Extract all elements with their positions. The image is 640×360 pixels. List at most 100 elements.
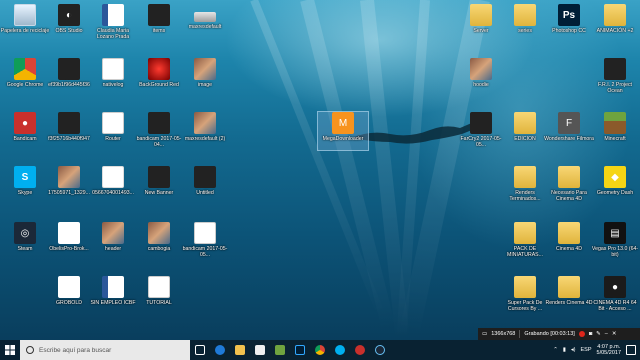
image-file-icon (470, 58, 492, 80)
desktop-icon-background-red[interactable]: BackGround Red (134, 58, 184, 88)
desktop-icon-necesario-c4d[interactable]: Necesario Para Cinema 4D (544, 166, 594, 202)
chevron-up-icon[interactable]: ⌃ (553, 347, 558, 353)
desktop-icon-file[interactable]: f3f25716b440f947 (44, 112, 94, 142)
desktop-icon-cinema4d-folder[interactable]: Cinema 4D (544, 222, 594, 252)
desktop-icon-bandicam[interactable]: ● Bandicam (0, 112, 50, 142)
skype-icon[interactable] (330, 340, 350, 360)
icon-label: Papelera de reciclaje (0, 28, 50, 34)
minimize-icon[interactable]: – (605, 331, 608, 337)
volume-icon[interactable]: ◂) (571, 347, 576, 353)
desktop-icon-farcry2[interactable]: FarCry2 2017-05-05... (456, 112, 506, 148)
icon-label: Steam (17, 246, 33, 252)
desktop-icon-maxresdefault[interactable]: maxresdefault (180, 4, 230, 30)
network-icon[interactable]: ▮ (563, 347, 566, 353)
desktop-icon-recycle-bin[interactable]: Papelera de reciclaje (0, 4, 50, 34)
language-indicator[interactable]: ESP (581, 347, 592, 353)
desktop-icon-google-chrome[interactable]: Google Chrome (0, 58, 50, 88)
desktop-icon-items[interactable]: items (134, 4, 184, 34)
icon-label: Renders Cinema 4D (545, 300, 593, 306)
icon-label: Renders Terminados... (509, 190, 541, 202)
desktop-icon-nativelog[interactable]: nativelog (88, 58, 138, 88)
icon-label: ObelisPro-Brok... (49, 246, 89, 252)
desktop-icon-word-doc[interactable]: SIN EMPLEO ICBF (88, 276, 138, 306)
icon-label: Claudia Maria Lozano Prada (96, 28, 130, 40)
desktop-icon-series[interactable]: series (500, 4, 550, 34)
desktop-icon-new-banner[interactable]: New Banner (134, 166, 184, 196)
recycle-bin-icon (14, 4, 36, 26)
desktop-icon-bandicam-doc[interactable]: bandicam 2017-05-05... (180, 222, 230, 258)
desktop-icon-super-pack[interactable]: Super Pack De Cursores By ... (500, 276, 550, 312)
video-file-icon (148, 112, 170, 134)
desktop-icon-geometry-dash[interactable]: ◆ Geometry Dash (590, 166, 640, 196)
desktop-icon-image[interactable]: 17505971_1329... (44, 166, 94, 196)
desktop-icon-animacion[interactable]: ANIMACIÓN +2 (590, 4, 640, 34)
icon-label: Skype (17, 190, 33, 196)
desktop-icon-header[interactable]: header (88, 222, 138, 252)
desktop-icon-image[interactable]: image (180, 58, 230, 88)
desktop-icon-grobold[interactable]: Abg GROBOLD (44, 276, 94, 306)
desktop-icon-minecraft[interactable]: Minecraft (590, 112, 640, 142)
video-file-icon (470, 112, 492, 134)
record-stop-button[interactable] (578, 331, 585, 337)
task-view-icon[interactable] (190, 340, 210, 360)
desktop-icon-font[interactable]: ABG ObelisPro-Brok... (44, 222, 94, 252)
clock[interactable]: 4:07 p.m. 5/05/2017 (597, 344, 621, 357)
desktop-icon-renders-c4d[interactable]: Renders Cinema 4D (544, 276, 594, 306)
camera-icon[interactable]: ◙ (589, 331, 592, 337)
recording-toolbar: ▭ 1366x768 Grabando [00:03:13] ◙ ✎ – ✕ (478, 328, 640, 340)
notification-center-icon[interactable] (626, 345, 636, 355)
chrome-icon[interactable] (310, 340, 330, 360)
desktop-icon-server[interactable]: Server (456, 4, 506, 34)
desktop-icon-hoodie[interactable]: hoodie (456, 58, 506, 88)
folder-icon (558, 276, 580, 298)
icon-label: Server (473, 28, 489, 34)
pencil-icon[interactable]: ✎ (596, 331, 601, 337)
bandicam-icon[interactable] (350, 340, 370, 360)
start-button[interactable] (0, 340, 20, 360)
image-file-icon (194, 112, 216, 134)
desktop-icon-obs-studio[interactable]: ◐ OBS Studio (44, 4, 94, 34)
icon-label: TUTORIAL (146, 300, 172, 306)
desktop-icon-megadownloader[interactable]: M MegaDownloader (317, 111, 369, 151)
search-box[interactable]: Escribe aquí para buscar (20, 340, 190, 360)
desktop-icon-cinema4d[interactable]: ● CINEMA 4D R4 64 Bit - Acceso ... (590, 276, 640, 312)
desktop-icon-word-doc[interactable]: Claudia Maria Lozano Prada (88, 4, 138, 40)
icon-label: f3f25716b440f947 (48, 136, 90, 142)
icon-label: bandicam 2017-05-04... (136, 136, 182, 148)
desktop-icon-untitled[interactable]: Untitled (180, 166, 230, 196)
desktop-icon-router[interactable]: Router (88, 112, 138, 142)
desktop-icon-file[interactable]: ef39b1f96d445f36 (44, 58, 94, 88)
desktop-icon-pdf[interactable]: e 0566704001493... (88, 166, 138, 196)
desktop-icon-skype[interactable]: S Skype (0, 166, 50, 196)
desktop-icon-tutorial[interactable]: TUTORIAL (134, 276, 184, 306)
desktop-icon-filmora[interactable]: F Wondershare Filmora (544, 112, 594, 142)
edge-icon[interactable] (210, 340, 230, 360)
desktop-icon-vegas[interactable]: ▤ Vegas Pro 13.0 (64-bit) (590, 222, 640, 258)
desktop-icon-steam[interactable]: ◎ Steam (0, 222, 50, 252)
desktop-icon-photoshop[interactable]: Ps Photoshop CC (544, 4, 594, 34)
icon-label: Super Pack De Cursores By ... (507, 300, 543, 312)
desktop-icon-cambogia[interactable]: cambogia (134, 222, 184, 252)
geometry-dash-icon: ◆ (604, 166, 626, 188)
icon-label: FarCry2 2017-05-05... (460, 136, 502, 148)
photoshop-icon[interactable] (290, 340, 310, 360)
folder-icon (514, 4, 536, 26)
icon-label: 17505971_1329... (48, 190, 90, 196)
image-file-icon (148, 222, 170, 244)
explorer-icon[interactable] (230, 340, 250, 360)
desktop-icon-project-ocean[interactable]: F.R.I. 2 Project Ocean (590, 58, 640, 94)
icon-label: GROBOLD (56, 300, 82, 306)
minecraft-icon[interactable] (270, 340, 290, 360)
store-icon[interactable] (250, 340, 270, 360)
game-icon (604, 58, 626, 80)
close-icon[interactable]: ✕ (612, 331, 617, 337)
icon-label: Cinema 4D (556, 246, 582, 252)
banner-image-icon (194, 166, 216, 188)
text-document-icon (102, 112, 124, 134)
desktop-icon-maxresdefault-2[interactable]: maxresdefault (2) (180, 112, 230, 142)
desktop-icon-pack-miniaturas[interactable]: PACK DE MINIATURAS... (500, 222, 550, 258)
steam-icon[interactable] (370, 340, 390, 360)
desktop-icon-video[interactable]: bandicam 2017-05-04... (134, 112, 184, 148)
desktop-icon-edicion[interactable]: EDICION (500, 112, 550, 142)
desktop-icon-renders-terminados[interactable]: Renders Terminados... (500, 166, 550, 202)
